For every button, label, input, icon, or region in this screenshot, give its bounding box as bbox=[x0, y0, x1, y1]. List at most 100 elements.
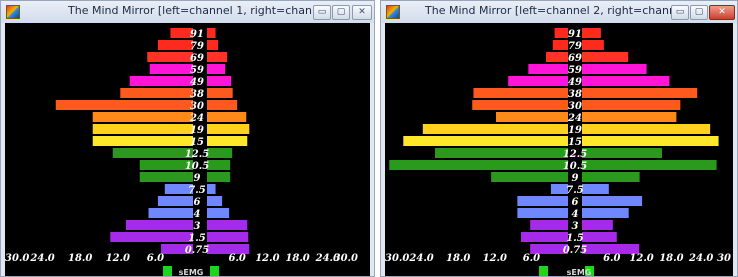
semg-caption: sEMG bbox=[567, 268, 592, 276]
band-label: 59 bbox=[190, 65, 204, 76]
bar-right-15 bbox=[207, 136, 248, 146]
axis-tick-label: 6.0 bbox=[603, 253, 620, 264]
bar-left-1.5 bbox=[110, 232, 193, 242]
axis-tick-label: 12.0 bbox=[106, 253, 130, 264]
mind-mirror-window-2: The Mind Mirror [left=channel 2, right=c… bbox=[380, 0, 738, 277]
axis-tick-label: 18.0 bbox=[285, 253, 309, 264]
bar-right-59 bbox=[582, 64, 647, 74]
bar-right-79 bbox=[207, 40, 219, 50]
title-bar[interactable]: The Mind Mirror [left=channel 1, right=c… bbox=[1, 1, 374, 23]
axis-tick-label: 18.0 bbox=[659, 253, 683, 264]
bar-left-49 bbox=[129, 76, 193, 86]
bar-right-4 bbox=[582, 208, 629, 218]
axis-tick-label: 12.0 bbox=[629, 253, 653, 264]
app-icon[interactable] bbox=[6, 5, 20, 19]
mind-mirror-chart: 9179695949383024191512.510.597.56431.50.… bbox=[385, 28, 731, 276]
band-label: 69 bbox=[190, 53, 204, 64]
axis-tick-label: 6.0 bbox=[228, 253, 245, 264]
bar-left-10.5 bbox=[389, 160, 568, 170]
band-label: 49 bbox=[190, 77, 204, 88]
maximize-button[interactable]: ▢ bbox=[690, 5, 708, 20]
bar-right-10.5 bbox=[582, 160, 717, 170]
bar-right-91 bbox=[582, 28, 601, 38]
semg-indicator-left bbox=[539, 266, 548, 276]
bar-right-49 bbox=[207, 76, 232, 86]
bar-right-19 bbox=[207, 124, 250, 134]
minimize-button[interactable]: ▭ bbox=[671, 5, 689, 20]
bar-left-69 bbox=[147, 52, 193, 62]
band-label: 10.5 bbox=[563, 161, 587, 172]
band-label: 4 bbox=[572, 209, 579, 220]
minimize-button[interactable]: ▭ bbox=[313, 5, 331, 20]
band-label: 30 bbox=[190, 101, 204, 112]
bar-left-19 bbox=[422, 124, 568, 134]
bar-left-69 bbox=[546, 52, 568, 62]
band-label: 7.5 bbox=[566, 185, 583, 196]
axis-tick-label: 30.0 bbox=[5, 253, 29, 264]
bar-right-9 bbox=[582, 172, 640, 182]
bar-right-15 bbox=[582, 136, 719, 146]
bar-left-15 bbox=[92, 136, 193, 146]
axis-tick-label: 18.0 bbox=[68, 253, 92, 264]
bar-left-79 bbox=[157, 40, 193, 50]
bar-right-1.5 bbox=[207, 232, 249, 242]
band-label: 12.5 bbox=[563, 149, 587, 160]
bar-right-3 bbox=[207, 220, 248, 230]
band-label: 91 bbox=[190, 29, 204, 40]
band-label: 15 bbox=[568, 137, 582, 148]
bar-left-91 bbox=[554, 28, 568, 38]
axis-tick-label: 24.0 bbox=[688, 253, 713, 264]
band-label: 24 bbox=[189, 113, 204, 124]
band-label: 10.5 bbox=[185, 161, 209, 172]
bar-left-12.5 bbox=[435, 148, 568, 158]
band-label: 0.75 bbox=[563, 245, 587, 256]
title-bar[interactable]: The Mind Mirror [left=channel 2, right=c… bbox=[381, 1, 737, 23]
bar-left-30 bbox=[55, 100, 194, 110]
band-label: 38 bbox=[568, 89, 582, 100]
band-label: 38 bbox=[190, 89, 204, 100]
band-label: 19 bbox=[190, 125, 204, 136]
bar-left-59 bbox=[528, 64, 568, 74]
close-button[interactable]: ✕ bbox=[352, 5, 372, 20]
axis-tick-label: 18.0 bbox=[446, 253, 470, 264]
bar-left-9 bbox=[491, 172, 568, 182]
bar-right-10.5 bbox=[207, 160, 231, 170]
bar-left-9 bbox=[139, 172, 193, 182]
app-icon[interactable] bbox=[386, 5, 400, 19]
band-label: 12.5 bbox=[185, 149, 209, 160]
maximize-button[interactable]: ▢ bbox=[332, 5, 350, 20]
close-button[interactable]: ✕ bbox=[709, 5, 735, 20]
bar-right-38 bbox=[207, 88, 233, 98]
mind-mirror-window-1: The Mind Mirror [left=channel 1, right=c… bbox=[0, 0, 375, 277]
bar-right-69 bbox=[207, 52, 228, 62]
bar-right-19 bbox=[582, 124, 711, 134]
bar-right-6 bbox=[582, 196, 643, 206]
band-label: 49 bbox=[568, 77, 582, 88]
bar-left-4 bbox=[517, 208, 568, 218]
bar-right-12.5 bbox=[582, 148, 662, 158]
band-label: 7.5 bbox=[188, 185, 205, 196]
band-label: 9 bbox=[572, 173, 579, 184]
band-label: 9 bbox=[194, 173, 201, 184]
bar-left-19 bbox=[92, 124, 193, 134]
band-label: 4 bbox=[194, 209, 201, 220]
bar-left-3 bbox=[125, 220, 193, 230]
band-label: 15 bbox=[190, 137, 204, 148]
bar-left-4 bbox=[148, 208, 193, 218]
band-label: 59 bbox=[568, 65, 582, 76]
bar-right-9 bbox=[207, 172, 231, 182]
band-label: 19 bbox=[568, 125, 582, 136]
axis-tick-label: 24.0 bbox=[408, 253, 433, 264]
band-label: 6 bbox=[572, 197, 579, 208]
window-title: The Mind Mirror [left=channel 2, right=c… bbox=[425, 4, 701, 17]
axis-tick-label: 12.0 bbox=[483, 253, 507, 264]
semg-indicator-left bbox=[163, 266, 172, 276]
bar-right-4 bbox=[207, 208, 230, 218]
bar-right-12.5 bbox=[207, 148, 233, 158]
bar-right-59 bbox=[207, 64, 226, 74]
axis-tick-label: 30.0 bbox=[334, 253, 358, 264]
bar-left-38 bbox=[120, 88, 193, 98]
axis-tick-label: 12.0 bbox=[255, 253, 279, 264]
band-label: 3 bbox=[572, 221, 579, 232]
band-label: 3 bbox=[194, 221, 201, 232]
